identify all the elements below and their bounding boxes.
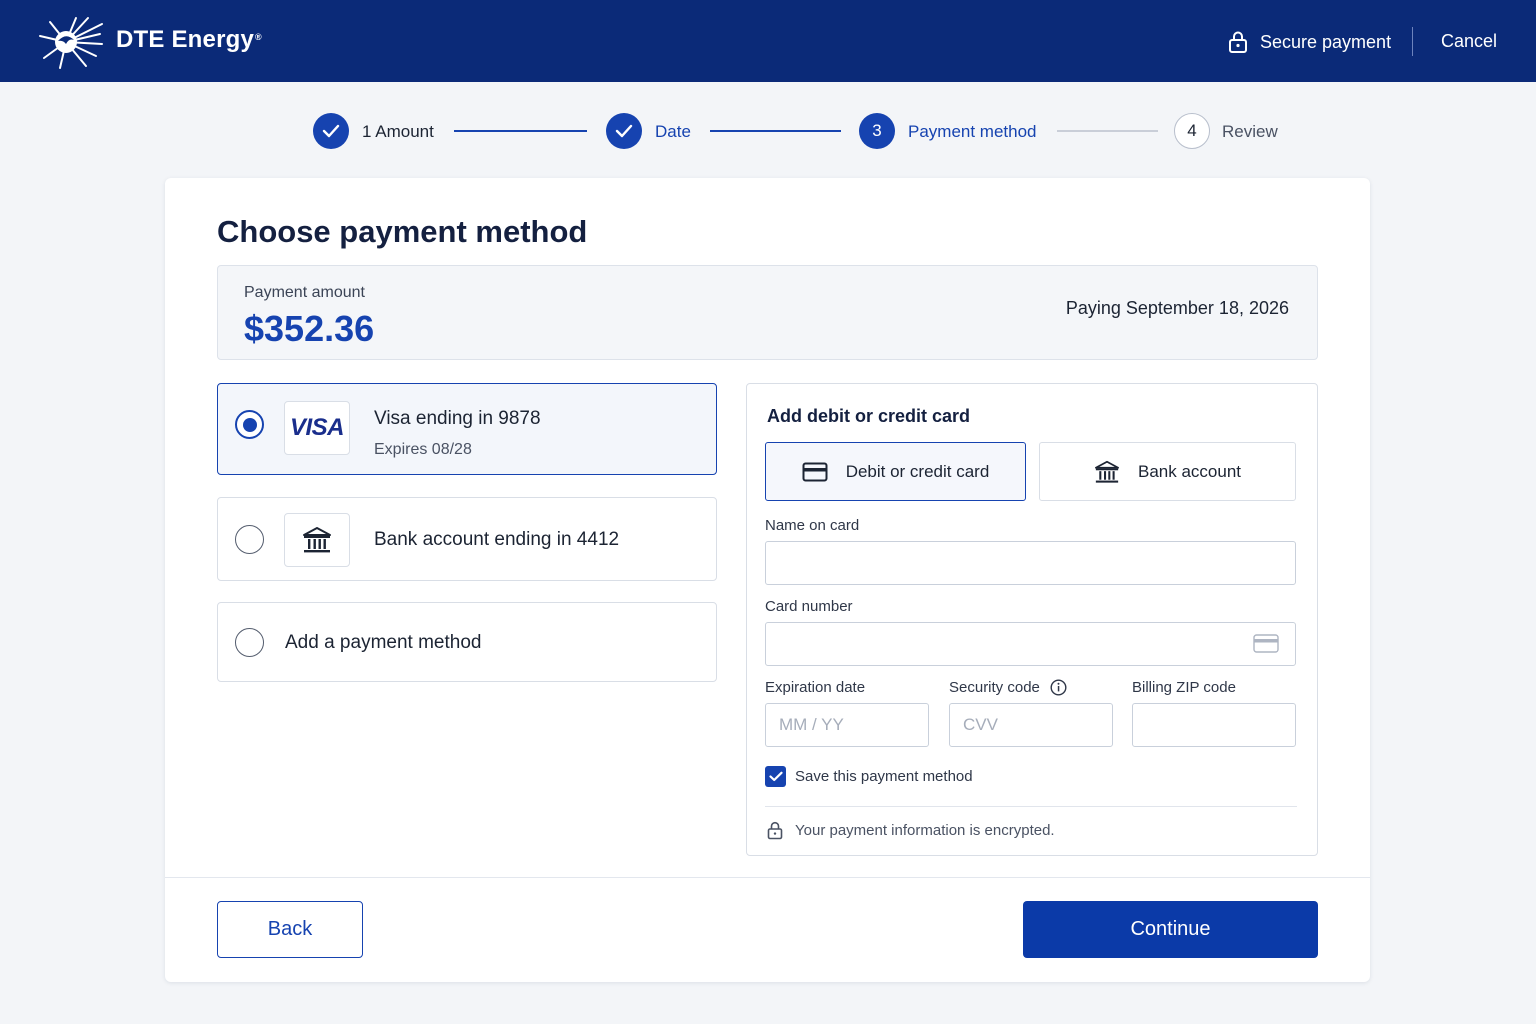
expiration-date-label: Expiration date — [765, 679, 866, 696]
visa-title: Visa ending in 9878 — [374, 408, 541, 429]
bank-icon — [1094, 460, 1119, 483]
encryption-note: Your payment information is encrypted. — [767, 821, 1055, 840]
cancel-link[interactable]: Cancel — [1441, 31, 1497, 52]
payment-option-add[interactable]: Add a payment method — [217, 602, 717, 682]
radio-unselected[interactable] — [235, 628, 264, 657]
page-title: Choose payment method — [217, 214, 588, 249]
brand-name: DTE Energy® — [116, 26, 262, 53]
bank-icon-box — [284, 513, 350, 567]
tab-debit-credit-card-label: Debit or credit card — [845, 461, 990, 481]
payment-option-bank[interactable]: Bank account ending in 4412 — [217, 497, 717, 581]
checkmark-icon — [322, 124, 340, 138]
payment-option-visa[interactable]: VISA Visa ending in 9878 Expires 08/28 — [217, 383, 717, 475]
secure-payment-label: Secure payment — [1260, 31, 1392, 52]
tab-bank-account-label: Bank account — [1137, 461, 1241, 481]
visa-expiry: Expires 08/28 — [374, 441, 472, 458]
card-number-input[interactable] — [765, 622, 1296, 666]
tab-debit-credit-card[interactable]: Debit or credit card — [765, 442, 1026, 501]
step-2-label: Date — [655, 122, 691, 141]
step-3-number: 3 — [859, 113, 895, 149]
add-card-panel: Add debit or credit card Debit or credit… — [746, 383, 1318, 856]
lock-icon — [1229, 31, 1247, 53]
footer-divider — [165, 877, 1370, 878]
save-method-checkbox[interactable] — [765, 766, 786, 787]
billing-zip-label: Billing ZIP code — [1132, 679, 1236, 696]
progress-stepper: 1 Amount Date 3 Payment method 4 Review — [0, 112, 1536, 152]
checkmark-icon — [768, 771, 783, 782]
step-connector-1 — [454, 130, 587, 132]
amount-label: Payment amount — [244, 284, 365, 301]
add-method-label: Add a payment method — [285, 632, 482, 653]
radio-unselected[interactable] — [235, 525, 264, 554]
card-type-icon — [1253, 634, 1279, 653]
continue-button[interactable]: Continue — [1023, 901, 1318, 958]
tab-bank-account[interactable]: Bank account — [1039, 442, 1296, 501]
header-divider — [1412, 27, 1413, 56]
checkmark-icon — [615, 124, 633, 138]
bank-icon — [303, 527, 331, 553]
security-code-label-row: Security code — [949, 679, 1067, 696]
amount-value: $352.36 — [244, 308, 375, 349]
expiration-date-input[interactable] — [765, 703, 929, 747]
name-on-card-input[interactable] — [765, 541, 1296, 585]
step-2-complete-icon — [606, 113, 642, 149]
step-connector-2 — [710, 130, 841, 132]
back-button[interactable]: Back — [217, 901, 363, 958]
lock-icon — [767, 821, 783, 840]
step-4-number: 4 — [1174, 113, 1210, 149]
payment-card: Choose payment method Payment amount $35… — [165, 178, 1370, 982]
payment-summary: Payment amount $352.36 Paying September … — [217, 265, 1318, 360]
name-on-card-label: Name on card — [765, 517, 860, 534]
credit-card-icon — [802, 462, 828, 481]
step-1-complete-icon — [313, 113, 349, 149]
save-method-label: Save this payment method — [795, 768, 973, 785]
top-bar: DTE Energy® Secure payment Cancel — [0, 0, 1536, 82]
billing-zip-input[interactable] — [1132, 703, 1296, 747]
info-icon[interactable] — [1050, 679, 1067, 696]
panel-divider — [765, 806, 1297, 807]
visa-logo-icon: VISA — [284, 401, 350, 455]
card-number-label: Card number — [765, 598, 853, 615]
step-1-label: 1 Amount — [362, 122, 434, 141]
bank-title: Bank account ending in 4412 — [374, 529, 620, 550]
secure-payment-indicator: Secure payment — [1228, 28, 1391, 56]
security-code-input[interactable] — [949, 703, 1113, 747]
panel-title: Add debit or credit card — [767, 406, 971, 426]
encryption-note-text: Your payment information is encrypted. — [795, 822, 1055, 839]
step-connector-3 — [1057, 130, 1158, 132]
radio-selected[interactable] — [235, 410, 264, 439]
security-code-label: Security code — [949, 679, 1040, 696]
step-4-label: Review — [1222, 122, 1278, 141]
step-3-label: Payment method — [908, 122, 1037, 141]
dte-logo-icon[interactable] — [36, 14, 104, 70]
payment-date: Paying September 18, 2026 — [1065, 298, 1289, 318]
